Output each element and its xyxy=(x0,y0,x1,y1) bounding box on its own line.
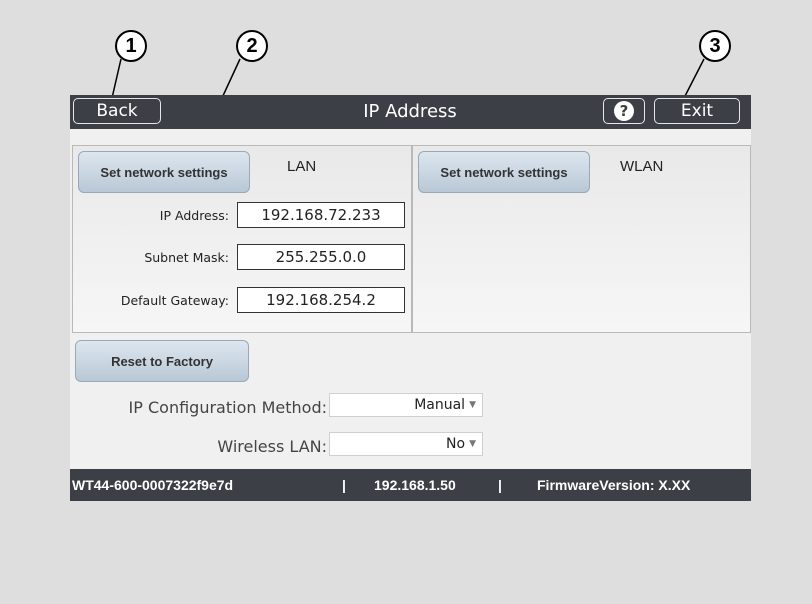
page-title: IP Address xyxy=(363,101,457,122)
subnet-mask-field[interactable]: 255.255.0.0 xyxy=(237,244,405,270)
exit-button[interactable]: Exit xyxy=(654,98,740,124)
help-icon: ? xyxy=(614,101,634,121)
device-screen: Back IP Address ? Exit Set network setti… xyxy=(70,95,751,501)
title-bar: Back IP Address ? Exit xyxy=(70,95,751,129)
status-ip: 192.168.1.50 xyxy=(374,477,456,493)
chevron-down-icon: ▼ xyxy=(469,400,476,410)
ip-address-label: IP Address: xyxy=(159,208,229,223)
lan-label: LAN xyxy=(287,158,317,175)
status-separator: | xyxy=(498,477,502,493)
wireless-lan-label: Wireless LAN: xyxy=(217,437,327,456)
status-separator: | xyxy=(342,477,346,493)
wireless-lan-value: No xyxy=(446,436,466,452)
firmware-version: FirmwareVersion: X.XX xyxy=(537,477,691,493)
wlan-panel: Set network settings WLAN xyxy=(412,145,751,333)
subnet-mask-label: Subnet Mask: xyxy=(144,250,229,265)
reset-to-factory-button[interactable]: Reset to Factory xyxy=(75,340,249,382)
ip-configuration-method-select[interactable]: Manual ▼ xyxy=(329,393,483,417)
ip-address-field[interactable]: 192.168.72.233 xyxy=(237,202,405,228)
wlan-label: WLAN xyxy=(620,158,664,175)
lan-panel: Set network settings LAN IP Address: 192… xyxy=(72,145,412,333)
status-bar: WT44-600-0007322f9e7d | 192.168.1.50 | F… xyxy=(70,469,751,501)
device-id: WT44-600-0007322f9e7d xyxy=(72,477,234,493)
ip-configuration-method-value: Manual xyxy=(414,397,466,413)
default-gateway-label: Default Gateway: xyxy=(120,293,229,308)
default-gateway-field[interactable]: 192.168.254.2 xyxy=(237,287,405,313)
wireless-lan-select[interactable]: No ▼ xyxy=(329,432,483,456)
back-button[interactable]: Back xyxy=(73,98,161,124)
help-button[interactable]: ? xyxy=(603,98,645,124)
ip-configuration-method-label: IP Configuration Method: xyxy=(128,398,327,417)
lan-set-network-settings-button[interactable]: Set network settings xyxy=(78,151,250,193)
wlan-set-network-settings-button[interactable]: Set network settings xyxy=(418,151,590,193)
chevron-down-icon: ▼ xyxy=(469,439,476,449)
